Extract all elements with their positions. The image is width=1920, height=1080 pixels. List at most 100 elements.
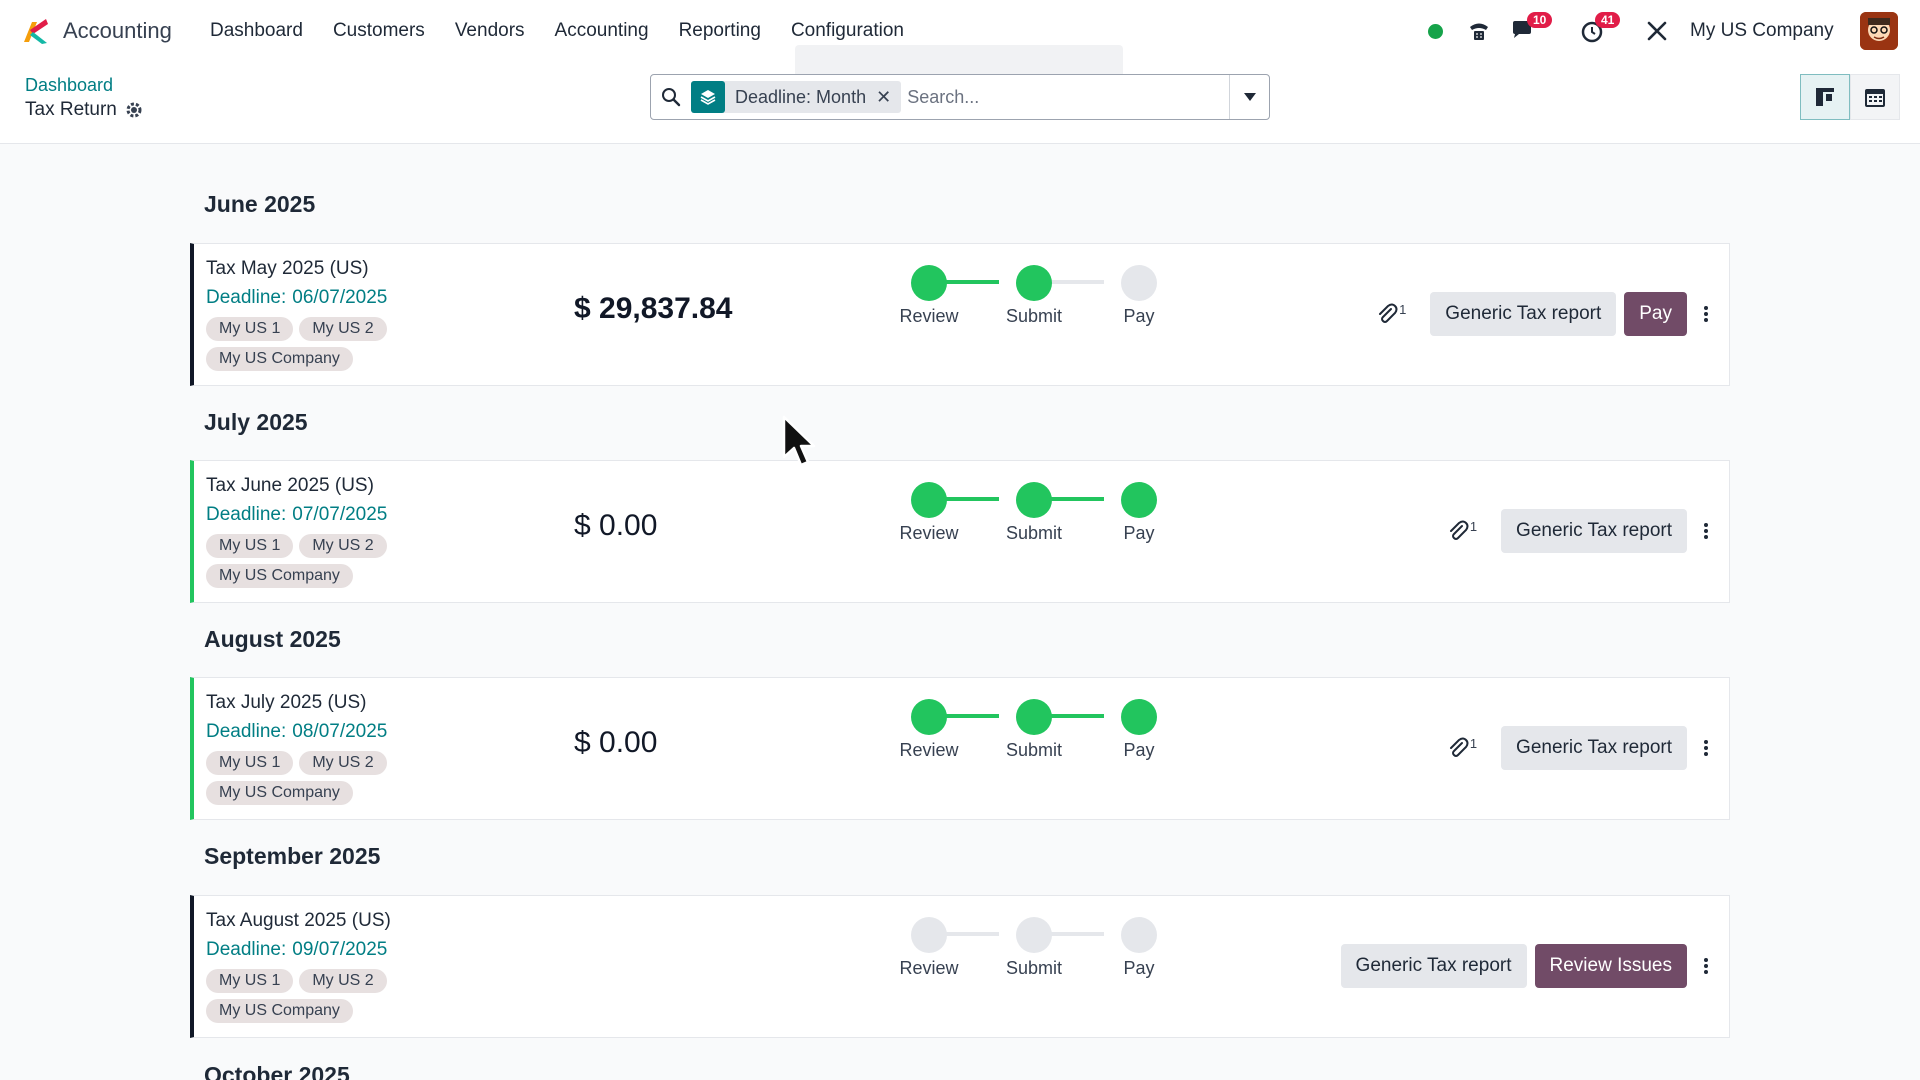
kanban-content: June 2025 Tax May 2025 (US) Deadline: 06/… [0, 144, 1920, 1080]
step-dot-pay [1121, 265, 1157, 301]
attachments[interactable]: 1 [1447, 519, 1477, 543]
kebab-menu-icon[interactable] [1695, 292, 1717, 336]
card-deadline: Deadline: 08/07/2025 [206, 721, 387, 743]
tag: My US 1 [206, 534, 294, 558]
amount: $ 0.00 [574, 726, 658, 759]
deadline-date: 07/07/2025 [292, 504, 388, 525]
step-label-pay: Pay [1123, 523, 1155, 543]
facet-remove-icon[interactable]: ✕ [876, 87, 901, 108]
tag: My US 1 [206, 969, 294, 993]
tag: My US Company [206, 564, 353, 588]
calendar-view-button[interactable] [1850, 74, 1900, 120]
search-options-toggle[interactable] [1229, 75, 1269, 119]
attachments[interactable]: 1 [1376, 302, 1406, 326]
step-dot-review [911, 482, 947, 518]
step-label-submit: Submit [1005, 523, 1063, 543]
tags: My US 1 My US 2 My US Company [206, 317, 426, 371]
attachment-count: 1 [1399, 302, 1407, 317]
company-switcher[interactable]: My US Company [1690, 20, 1834, 42]
step-label-submit: Submit [1005, 740, 1063, 760]
card-name: Tax July 2025 (US) [206, 692, 367, 713]
review-issues-button[interactable]: Review Issues [1534, 944, 1687, 988]
kebab-menu-icon[interactable] [1695, 509, 1717, 553]
tax-return-card[interactable]: Tax July 2025 (US) Deadline: 08/07/2025 M… [190, 677, 1730, 820]
view-switcher [1800, 74, 1900, 120]
menu-accounting[interactable]: Accounting [555, 20, 649, 42]
calendar-icon [1865, 89, 1885, 107]
deadline-date: 09/07/2025 [292, 939, 388, 960]
tax-return-card[interactable]: Tax June 2025 (US) Deadline: 07/07/2025 M… [190, 460, 1730, 603]
app-name[interactable]: Accounting [63, 18, 172, 44]
progress-steps: Review Submit Pay [894, 906, 1157, 978]
tools-icon[interactable] [1642, 14, 1672, 48]
step-label-submit: Submit [1005, 958, 1063, 978]
step-dot-submit [1016, 265, 1052, 301]
menu-customers[interactable]: Customers [333, 20, 425, 42]
card-actions: Generic Tax report Review Issues [1340, 944, 1717, 988]
deadline-label: Deadline: [206, 939, 287, 960]
menu-vendors[interactable]: Vendors [455, 20, 525, 42]
tax-return-card[interactable]: Tax August 2025 (US) Deadline: 09/07/2025… [190, 895, 1730, 1038]
tags: My US 1 My US 2 My US Company [206, 751, 426, 805]
phone-icon[interactable] [1462, 14, 1496, 48]
progress-steps: Review Submit Pay [894, 471, 1157, 543]
tag: My US 2 [299, 534, 387, 558]
amount: $ 29,837.84 [574, 292, 733, 325]
tag: My US 2 [299, 317, 387, 341]
main-menu: Dashboard Customers Vendors Accounting R… [210, 20, 934, 42]
group-title: July 2025 [204, 409, 308, 435]
menu-dashboard[interactable]: Dashboard [210, 20, 303, 42]
activities-badge: 41 [1595, 12, 1621, 28]
step-label-review: Review [899, 740, 959, 760]
step-dot-review [911, 265, 947, 301]
step-dot-review [911, 699, 947, 735]
group-title: June 2025 [204, 191, 316, 217]
group-by-icon [691, 81, 725, 113]
step-dot-submit [1016, 699, 1052, 735]
attachments[interactable]: 1 [1447, 736, 1477, 760]
deadline-label: Deadline: [206, 287, 287, 308]
search-icon[interactable] [651, 87, 691, 107]
tags: My US 1 My US 2 My US Company [206, 969, 426, 1023]
step-dot-submit [1016, 482, 1052, 518]
tax-return-card[interactable]: Tax May 2025 (US) Deadline: 06/07/2025 My… [190, 243, 1730, 386]
tag: My US 2 [299, 969, 387, 993]
kebab-menu-icon[interactable] [1695, 726, 1717, 770]
menu-reporting[interactable]: Reporting [679, 20, 761, 42]
card-actions: 1 Generic Tax report Pay [1376, 292, 1717, 336]
generic-tax-report-button[interactable]: Generic Tax report [1430, 292, 1617, 336]
gear-icon[interactable] [125, 101, 143, 119]
facet-label: Deadline: Month [735, 86, 867, 107]
user-avatar[interactable] [1860, 12, 1898, 50]
search-input[interactable] [907, 86, 1229, 108]
activities-icon[interactable]: 41 [1575, 12, 1621, 48]
generic-tax-report-button[interactable]: Generic Tax report [1340, 944, 1527, 988]
card-actions: 1 Generic Tax report [1447, 726, 1717, 770]
kebab-menu-icon[interactable] [1695, 944, 1717, 988]
step-label-pay: Pay [1123, 740, 1155, 760]
messages-icon[interactable]: 10 [1507, 12, 1553, 48]
deadline-date: 06/07/2025 [292, 287, 388, 308]
kanban-view-button[interactable] [1800, 74, 1850, 120]
card-name: Tax May 2025 (US) [206, 258, 369, 279]
card-deadline: Deadline: 07/07/2025 [206, 504, 387, 526]
step-dot-pay [1121, 699, 1157, 735]
mouse-cursor-icon [782, 415, 816, 467]
generic-tax-report-button[interactable]: Generic Tax report [1501, 509, 1687, 553]
step-dot-submit [1016, 917, 1052, 953]
menu-configuration[interactable]: Configuration [791, 20, 904, 42]
step-dot-review [911, 917, 947, 953]
generic-tax-report-button[interactable]: Generic Tax report [1501, 726, 1687, 770]
breadcrumb-dashboard[interactable]: Dashboard [25, 75, 113, 96]
pay-button[interactable]: Pay [1624, 292, 1687, 336]
paperclip-icon [1379, 303, 1398, 323]
step-label-pay: Pay [1123, 306, 1155, 326]
accounting-app-icon[interactable] [20, 16, 50, 46]
search-facet: Deadline: Month ✕ [691, 81, 902, 113]
group-title: October 2025 [204, 1062, 350, 1080]
tag: My US Company [206, 999, 353, 1023]
deadline-label: Deadline: [206, 504, 287, 525]
progress-steps: Review Submit Pay [894, 254, 1157, 326]
page-title-text: Tax Return [25, 99, 117, 120]
group-title: September 2025 [204, 843, 381, 869]
